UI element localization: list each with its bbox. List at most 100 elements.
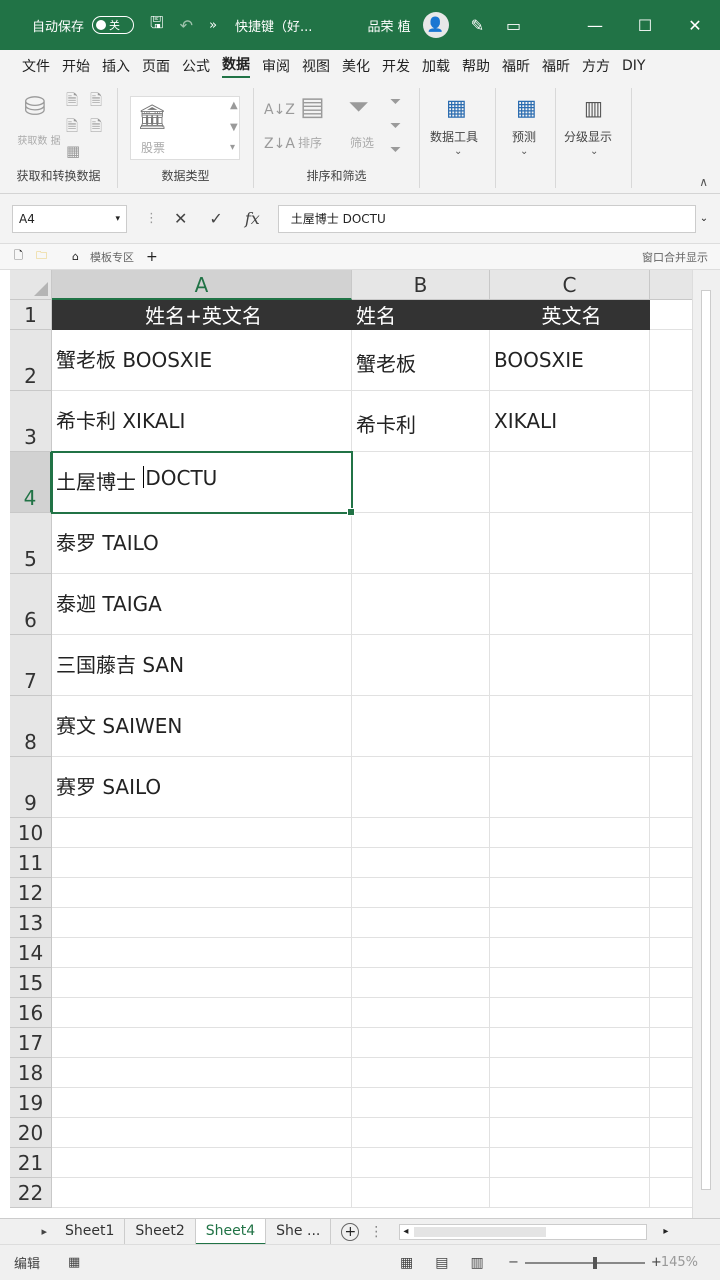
formula-input[interactable]: 土屋博士 DOCTU bbox=[277, 204, 696, 233]
row-header-22[interactable]: 22 bbox=[10, 1178, 52, 1208]
scroll-right-icon[interactable]: ▸ bbox=[663, 1226, 668, 1237]
collapse-ribbon-button[interactable]: ∧ bbox=[699, 175, 708, 189]
cell-a15[interactable] bbox=[52, 968, 352, 998]
row-header-1[interactable]: 1 bbox=[10, 300, 52, 330]
pen-icon[interactable]: ✎ bbox=[471, 16, 484, 35]
row-header-15[interactable]: 15 bbox=[10, 968, 52, 998]
gallery-up-icon[interactable]: ▲ bbox=[230, 100, 238, 111]
cell-a22[interactable] bbox=[52, 1178, 352, 1208]
data-type-gallery[interactable]: 🏛 股票 bbox=[130, 96, 240, 160]
cell-a8[interactable]: 赛文 SAIWEN bbox=[52, 696, 352, 757]
cell-b16[interactable] bbox=[352, 998, 490, 1028]
tab-3[interactable]: 页面 bbox=[142, 56, 170, 76]
cell-b15[interactable] bbox=[352, 968, 490, 998]
cell-c6[interactable] bbox=[490, 574, 650, 635]
cell-d15[interactable] bbox=[650, 968, 692, 998]
cell-d22[interactable] bbox=[650, 1178, 692, 1208]
existing-connections-icon[interactable]: ▦ bbox=[66, 142, 80, 160]
cell-b19[interactable] bbox=[352, 1088, 490, 1118]
cell-d6[interactable] bbox=[650, 574, 692, 635]
forecast-icon[interactable]: ▦ bbox=[516, 96, 537, 121]
tab-14[interactable]: 方方 bbox=[582, 56, 610, 76]
cell-c9[interactable] bbox=[490, 757, 650, 818]
cell-d8[interactable] bbox=[650, 696, 692, 757]
row-header-13[interactable]: 13 bbox=[10, 908, 52, 938]
cell-a19[interactable] bbox=[52, 1088, 352, 1118]
cell-b6[interactable] bbox=[352, 574, 490, 635]
cell-a17[interactable] bbox=[52, 1028, 352, 1058]
autosave-control[interactable]: 自动保存 关 bbox=[32, 16, 135, 35]
cell-c13[interactable] bbox=[490, 908, 650, 938]
cell-d11[interactable] bbox=[650, 848, 692, 878]
cell-c12[interactable] bbox=[490, 878, 650, 908]
cell-b11[interactable] bbox=[352, 848, 490, 878]
row-header-9[interactable]: 9 bbox=[10, 757, 52, 818]
cell-b20[interactable] bbox=[352, 1118, 490, 1148]
maximize-button[interactable]: ☐ bbox=[620, 16, 670, 35]
cell-a6[interactable]: 泰迦 TAIGA bbox=[52, 574, 352, 635]
expand-formula-icon[interactable]: ⌄ bbox=[700, 213, 708, 224]
zoom-percentage[interactable]: 145% bbox=[661, 1255, 698, 1270]
advanced-filter-icon[interactable]: ⏷ bbox=[390, 142, 401, 158]
column-header-d[interactable] bbox=[650, 270, 692, 300]
tab-9[interactable]: 开发 bbox=[382, 56, 410, 76]
cell-b17[interactable] bbox=[352, 1028, 490, 1058]
chevron-down-icon[interactable]: ▾ bbox=[115, 214, 120, 224]
vertical-scrollbar[interactable] bbox=[692, 270, 720, 1218]
database-icon[interactable]: ⛁ bbox=[24, 92, 46, 122]
cell-c22[interactable] bbox=[490, 1178, 650, 1208]
more-icon[interactable]: ⋮ bbox=[369, 1224, 383, 1240]
worksheet-grid[interactable]: A B C 1 2 3 4 5 6 7 8 9 10 11 12 13 14 15 16 17 18 19 20 21 22 姓名… bbox=[10, 270, 692, 1218]
tab-5[interactable]: 数据 bbox=[222, 54, 250, 78]
from-text-icon[interactable]: 🗎 bbox=[66, 90, 78, 115]
cell-a7[interactable]: 三国藤吉 SAN bbox=[52, 635, 352, 696]
sheet-tab-0[interactable]: Sheet1 bbox=[55, 1218, 126, 1245]
cell-d9[interactable] bbox=[650, 757, 692, 818]
row-header-8[interactable]: 8 bbox=[10, 696, 52, 757]
cell-b1[interactable]: 姓名 bbox=[352, 300, 490, 330]
cell-d4[interactable] bbox=[650, 452, 692, 513]
row-header-12[interactable]: 12 bbox=[10, 878, 52, 908]
save-icon[interactable]: 🖫 bbox=[150, 12, 164, 39]
cell-d16[interactable] bbox=[650, 998, 692, 1028]
merge-windows-button[interactable]: 窗口合并显示 bbox=[642, 249, 708, 265]
tab-11[interactable]: 帮助 bbox=[462, 56, 490, 76]
row-header-5[interactable]: 5 bbox=[10, 513, 52, 574]
insert-function-button[interactable]: fx bbox=[245, 209, 260, 228]
cell-b5[interactable] bbox=[352, 513, 490, 574]
row-header-19[interactable]: 19 bbox=[10, 1088, 52, 1118]
cell-d10[interactable] bbox=[650, 818, 692, 848]
filter-button[interactable]: 筛选 bbox=[350, 134, 374, 151]
add-tab-button[interactable]: + bbox=[146, 249, 158, 265]
cell-d18[interactable] bbox=[650, 1058, 692, 1088]
cell-a1[interactable]: 姓名+英文名 bbox=[52, 300, 352, 330]
column-header-b[interactable]: B bbox=[352, 270, 490, 300]
cell-a2[interactable]: 蟹老板 BOOSXIE bbox=[52, 330, 352, 391]
tab-2[interactable]: 插入 bbox=[102, 56, 130, 76]
cell-a4[interactable]: 土屋博士 DOCTU bbox=[52, 452, 352, 513]
tab-12[interactable]: 福昕 bbox=[502, 56, 530, 76]
tab-15[interactable]: DIY bbox=[622, 58, 645, 74]
cell-a10[interactable] bbox=[52, 818, 352, 848]
cell-b4[interactable] bbox=[352, 452, 490, 513]
cell-a3[interactable]: 希卡利 XIKALI bbox=[52, 391, 352, 452]
horizontal-scrollbar[interactable]: ◂ ▸ bbox=[399, 1223, 668, 1240]
from-table-icon[interactable]: 🗎 bbox=[66, 116, 78, 141]
cell-b7[interactable] bbox=[352, 635, 490, 696]
cell-c3[interactable]: XIKALI bbox=[490, 391, 650, 452]
row-header-20[interactable]: 20 bbox=[10, 1118, 52, 1148]
minimize-button[interactable]: — bbox=[570, 16, 620, 35]
avatar[interactable]: 👤 bbox=[422, 12, 449, 38]
page-layout-icon[interactable]: ▤ bbox=[435, 1255, 448, 1271]
normal-view-icon[interactable]: ▦ bbox=[400, 1255, 413, 1271]
tab-6[interactable]: 审阅 bbox=[262, 56, 290, 76]
undo-icon[interactable]: ↶ bbox=[180, 16, 193, 35]
cell-a11[interactable] bbox=[52, 848, 352, 878]
cell-c8[interactable] bbox=[490, 696, 650, 757]
scroll-left-icon[interactable]: ◂ bbox=[403, 1226, 408, 1237]
accessibility-icon[interactable]: ▦ bbox=[68, 1255, 80, 1270]
cell-a18[interactable] bbox=[52, 1058, 352, 1088]
row-header-21[interactable]: 21 bbox=[10, 1148, 52, 1178]
template-tab[interactable]: 模板专区 bbox=[90, 249, 134, 265]
page-break-icon[interactable]: ▥ bbox=[470, 1255, 483, 1271]
